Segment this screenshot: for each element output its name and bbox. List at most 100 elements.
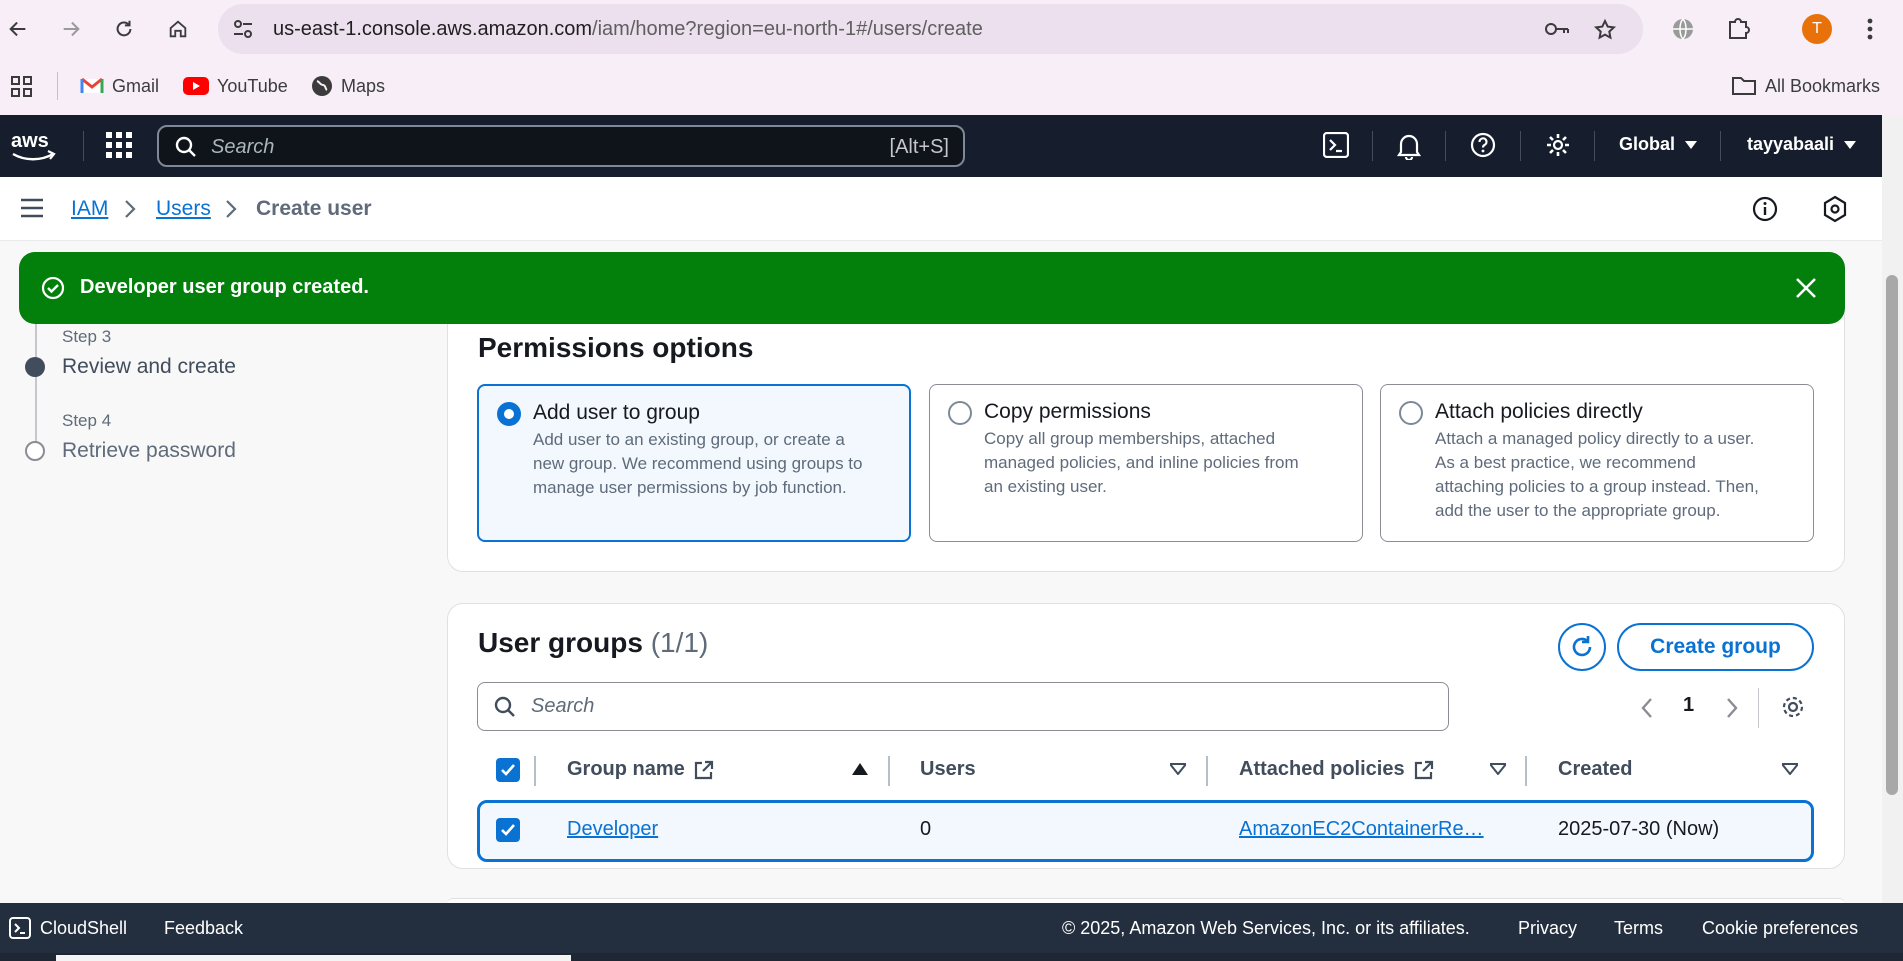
- bottom-strip: [0, 953, 1903, 961]
- option-title: Attach policies directly: [1435, 400, 1643, 423]
- services-grid-icon[interactable]: [106, 132, 132, 158]
- table-preferences-gear-icon[interactable]: [1780, 694, 1806, 720]
- column-header-attached-policies[interactable]: Attached policies: [1239, 758, 1435, 781]
- step-3-active-dot: [25, 357, 45, 377]
- user-groups-heading: User groups (1/1): [478, 627, 708, 659]
- region-selector[interactable]: Global: [1619, 134, 1698, 155]
- apps-grid-icon[interactable]: [10, 75, 34, 99]
- bookmark-star-icon[interactable]: [1593, 18, 1617, 42]
- gmail-icon: [80, 77, 104, 93]
- external-link-icon: [1414, 760, 1433, 779]
- refresh-icon: [1572, 636, 1592, 657]
- address-bar[interactable]: us-east-1.console.aws.amazon.com/iam/hom…: [218, 4, 1643, 54]
- caret-down-icon: [1685, 140, 1698, 149]
- cloudshell-icon[interactable]: [9, 917, 31, 939]
- attached-policy-link[interactable]: AmazonEC2ContainerRe…: [1239, 818, 1484, 841]
- aws-search-input[interactable]: Search [Alt+S]: [157, 125, 965, 167]
- group-users-count: 0: [920, 818, 932, 840]
- sort-ascending-icon[interactable]: [852, 763, 868, 775]
- option-description: Add user to an existing group, or create…: [533, 430, 863, 497]
- translate-globe-icon[interactable]: [1670, 16, 1696, 42]
- footer-copyright: © 2025, Amazon Web Services, Inc. or its…: [1062, 918, 1470, 938]
- youtube-icon: [183, 77, 209, 95]
- column-title: Created: [1558, 758, 1633, 780]
- reload-icon[interactable]: [106, 12, 142, 46]
- column-divider: [1525, 756, 1527, 786]
- search-icon: [494, 696, 516, 718]
- success-check-icon: [41, 276, 65, 300]
- refresh-button[interactable]: [1558, 623, 1606, 671]
- profile-avatar[interactable]: T: [1802, 14, 1832, 44]
- sort-icon[interactable]: [1782, 763, 1798, 775]
- site-settings-icon[interactable]: [232, 19, 254, 39]
- page-scrollbar[interactable]: [1882, 115, 1903, 903]
- feedback-hex-icon[interactable]: [1822, 195, 1848, 223]
- search-placeholder: Search: [531, 695, 595, 717]
- url-path: /iam/home?region=eu-north-1#/users/creat…: [592, 18, 983, 40]
- settings-gear-icon[interactable]: [1545, 132, 1571, 158]
- checkmark-icon: [501, 824, 515, 836]
- breadcrumb-users[interactable]: Users: [156, 197, 211, 221]
- footer-privacy-link[interactable]: Privacy: [1518, 918, 1577, 939]
- password-key-icon[interactable]: [1543, 18, 1571, 40]
- column-header-created[interactable]: Created: [1558, 758, 1632, 781]
- pagination-next-icon[interactable]: [1725, 697, 1739, 719]
- pagination-prev-icon[interactable]: [1640, 697, 1654, 719]
- option-attach-policies-directly[interactable]: Attach policies directly Attach a manage…: [1380, 384, 1814, 542]
- pagination-page-number[interactable]: 1: [1683, 694, 1694, 717]
- footer-terms-link[interactable]: Terms: [1614, 918, 1663, 939]
- column-header-users[interactable]: Users: [920, 758, 976, 781]
- browser-toolbar: us-east-1.console.aws.amazon.com/iam/hom…: [0, 0, 1903, 58]
- sort-icon[interactable]: [1490, 763, 1506, 775]
- browser-menu-icon[interactable]: [1866, 17, 1874, 41]
- account-menu[interactable]: tayyabaali: [1747, 134, 1857, 155]
- bookmarks-bar: Gmail YouTube Maps All Bookmarks: [0, 58, 1903, 115]
- step-4-label: Step 4: [62, 411, 112, 430]
- option-title: Add user to group: [533, 401, 700, 424]
- home-icon[interactable]: [160, 12, 196, 46]
- breadcrumb-iam[interactable]: IAM: [71, 197, 108, 221]
- bookmark-gmail[interactable]: Gmail: [80, 74, 159, 98]
- groups-search-input[interactable]: Search: [477, 682, 1449, 731]
- close-icon[interactable]: [1795, 277, 1817, 299]
- footer-cookie-preferences-link[interactable]: Cookie preferences: [1702, 918, 1858, 939]
- forward-icon[interactable]: [53, 12, 89, 46]
- row-checkbox[interactable]: [496, 818, 520, 842]
- chevron-right-icon: [225, 199, 237, 219]
- group-name-link[interactable]: Developer: [567, 818, 658, 841]
- account-label: tayyabaali: [1747, 134, 1835, 154]
- breadcrumb: IAM Users Create user: [0, 177, 1882, 241]
- back-icon[interactable]: [0, 12, 36, 46]
- step-3-label: Step 3: [62, 327, 112, 346]
- footer-feedback[interactable]: Feedback: [164, 918, 243, 939]
- aws-top-navigation: aws Search [Alt+S] Global tayyabaali: [0, 115, 1882, 177]
- nav-divider: [83, 131, 84, 161]
- hamburger-menu-icon[interactable]: [20, 198, 44, 218]
- radio-unselected[interactable]: [948, 401, 972, 425]
- scrollbar-thumb[interactable]: [1886, 275, 1898, 795]
- console-footer: CloudShell Feedback © 2025, Amazon Web S…: [0, 903, 1903, 953]
- all-bookmarks[interactable]: All Bookmarks: [1731, 74, 1880, 98]
- notifications-bell-icon[interactable]: [1396, 132, 1422, 160]
- create-group-button[interactable]: Create group: [1617, 623, 1814, 671]
- radio-selected[interactable]: [497, 402, 521, 426]
- option-add-user-to-group[interactable]: Add user to group Add user to an existin…: [477, 384, 911, 542]
- radio-unselected[interactable]: [1399, 401, 1423, 425]
- search-shortcut: [Alt+S]: [889, 136, 949, 158]
- info-icon[interactable]: [1752, 196, 1778, 222]
- column-title: Attached policies: [1239, 758, 1405, 780]
- step-3-title[interactable]: Review and create: [62, 355, 236, 379]
- help-icon[interactable]: [1470, 132, 1496, 158]
- bookmark-maps[interactable]: Maps: [311, 74, 385, 98]
- bookmark-youtube[interactable]: YouTube: [183, 74, 288, 98]
- cloudshell-icon[interactable]: [1323, 132, 1349, 158]
- footer-cloudshell[interactable]: CloudShell: [40, 918, 127, 939]
- extensions-icon[interactable]: [1725, 15, 1751, 41]
- sort-icon[interactable]: [1170, 763, 1186, 775]
- column-header-group-name[interactable]: Group name: [567, 758, 715, 781]
- select-all-checkbox[interactable]: [496, 758, 520, 782]
- aws-logo[interactable]: aws: [10, 129, 58, 163]
- taskbar-preview: [56, 955, 571, 961]
- option-copy-permissions[interactable]: Copy permissions Copy all group membersh…: [929, 384, 1363, 542]
- column-divider: [534, 756, 536, 786]
